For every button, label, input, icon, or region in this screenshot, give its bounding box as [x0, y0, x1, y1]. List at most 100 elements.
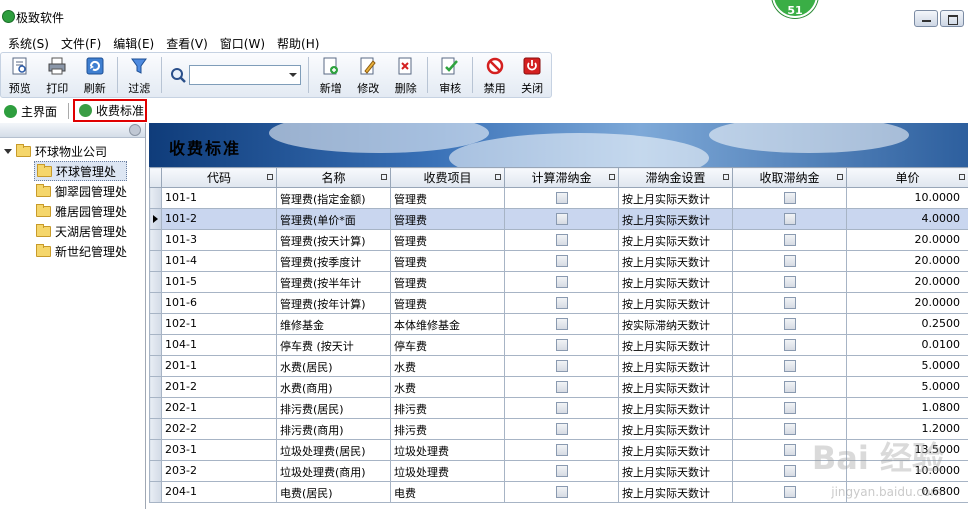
col-item[interactable]: 收费项目	[390, 167, 505, 188]
checkbox[interactable]	[555, 213, 568, 225]
cell-calc-late-fee[interactable]	[504, 355, 619, 377]
tree-root[interactable]: 环球物业公司	[3, 143, 107, 160]
cell-item[interactable]: 垃圾处理费	[390, 439, 505, 461]
cell-name[interactable]: 排污费(商用)	[276, 418, 391, 440]
cell-name[interactable]: 水费(商用)	[276, 376, 391, 398]
cell-collect-late-fee[interactable]	[732, 229, 847, 251]
checkbox[interactable]	[783, 297, 796, 309]
cell-name[interactable]: 管理费(按天计算)	[276, 229, 391, 251]
cell-item[interactable]: 排污费	[390, 397, 505, 419]
col-price[interactable]: 单价	[846, 167, 968, 188]
menu-window[interactable]: 窗口(W)	[212, 32, 269, 52]
cell-code[interactable]: 101-5	[161, 271, 277, 293]
cell-collect-late-fee[interactable]	[732, 376, 847, 398]
cell-item[interactable]: 管理费	[390, 271, 505, 293]
add-button[interactable]: 新增	[312, 53, 350, 97]
cell-code[interactable]: 203-1	[161, 439, 277, 461]
checkbox[interactable]	[555, 360, 568, 372]
cell-late-fee-setting[interactable]: 按上月实际天数计	[618, 376, 733, 398]
cell-item[interactable]: 电费	[390, 481, 505, 503]
preview-button[interactable]: 预览	[1, 53, 39, 97]
cell-calc-late-fee[interactable]	[504, 334, 619, 356]
cell-late-fee-setting[interactable]: 按上月实际天数计	[618, 355, 733, 377]
close-button[interactable]: 关闭	[513, 53, 551, 97]
cell-late-fee-setting[interactable]: 按上月实际天数计	[618, 187, 733, 209]
cell-name[interactable]: 水费(居民)	[276, 355, 391, 377]
cell-late-fee-setting[interactable]: 按实际滞纳天数计	[618, 313, 733, 335]
pin-icon[interactable]	[495, 174, 501, 180]
col-code[interactable]: 代码	[161, 167, 277, 188]
cell-code[interactable]: 203-2	[161, 460, 277, 482]
cell-price[interactable]: 0.2500	[846, 313, 968, 335]
cell-late-fee-setting[interactable]: 按上月实际天数计	[618, 439, 733, 461]
checkbox[interactable]	[783, 318, 796, 330]
cell-name[interactable]: 管理费(按半年计	[276, 271, 391, 293]
cell-price[interactable]: 20.0000	[846, 271, 968, 293]
cell-item[interactable]: 垃圾处理费	[390, 460, 505, 482]
cell-calc-late-fee[interactable]	[504, 313, 619, 335]
menu-help[interactable]: 帮助(H)	[269, 32, 323, 52]
row-indicator[interactable]	[149, 355, 162, 377]
pin-icon[interactable]	[837, 174, 843, 180]
row-indicator[interactable]	[149, 334, 162, 356]
cell-name[interactable]: 管理费(指定金额)	[276, 187, 391, 209]
cell-late-fee-setting[interactable]: 按上月实际天数计	[618, 334, 733, 356]
checkbox[interactable]	[783, 360, 796, 372]
col-late-fee-setting[interactable]: 滞纳金设置	[618, 167, 733, 188]
checkbox[interactable]	[555, 444, 568, 456]
pin-icon[interactable]	[959, 174, 965, 180]
row-indicator[interactable]	[149, 481, 162, 503]
table-row[interactable]: 201-1 水费(居民) 水费 按上月实际天数计 5.0000	[149, 355, 968, 377]
checkbox[interactable]	[555, 465, 568, 477]
row-indicator[interactable]	[149, 271, 162, 293]
cell-price[interactable]: 4.0000	[846, 208, 968, 230]
cell-price[interactable]: 20.0000	[846, 229, 968, 251]
cell-code[interactable]: 201-2	[161, 376, 277, 398]
cell-collect-late-fee[interactable]	[732, 250, 847, 272]
row-indicator[interactable]	[149, 439, 162, 461]
cell-code[interactable]: 202-2	[161, 418, 277, 440]
cell-calc-late-fee[interactable]	[504, 292, 619, 314]
cell-item[interactable]: 管理费	[390, 229, 505, 251]
checkbox[interactable]	[555, 381, 568, 393]
checkbox[interactable]	[783, 276, 796, 288]
row-indicator[interactable]	[149, 187, 162, 209]
cell-calc-late-fee[interactable]	[504, 439, 619, 461]
row-indicator[interactable]	[149, 376, 162, 398]
cell-late-fee-setting[interactable]: 按上月实际天数计	[618, 271, 733, 293]
cell-item[interactable]: 排污费	[390, 418, 505, 440]
checkbox[interactable]	[555, 234, 568, 246]
tab-main[interactable]: 主界面	[0, 101, 70, 121]
checkbox[interactable]	[555, 255, 568, 267]
table-row[interactable]: 202-1 排污费(居民) 排污费 按上月实际天数计 1.0800	[149, 397, 968, 419]
cell-name[interactable]: 排污费(居民)	[276, 397, 391, 419]
chevron-down-icon[interactable]	[288, 73, 297, 77]
checkbox[interactable]	[555, 276, 568, 288]
cell-code[interactable]: 101-2	[161, 208, 277, 230]
row-indicator[interactable]	[149, 313, 162, 335]
col-collect-late-fee[interactable]: 收取滞纳金	[732, 167, 847, 188]
checkbox[interactable]	[555, 486, 568, 498]
cell-code[interactable]: 102-1	[161, 313, 277, 335]
cell-calc-late-fee[interactable]	[504, 376, 619, 398]
cell-item[interactable]: 水费	[390, 376, 505, 398]
checkbox[interactable]	[555, 402, 568, 414]
row-indicator[interactable]	[149, 397, 162, 419]
cell-code[interactable]: 101-4	[161, 250, 277, 272]
cell-code[interactable]: 204-1	[161, 481, 277, 503]
table-row[interactable]: 101-5 管理费(按半年计 管理费 按上月实际天数计 20.0000	[149, 271, 968, 293]
checkbox[interactable]	[783, 444, 796, 456]
row-indicator[interactable]	[149, 229, 162, 251]
cell-name[interactable]: 垃圾处理费(居民)	[276, 439, 391, 461]
cell-code[interactable]: 202-1	[161, 397, 277, 419]
cell-name[interactable]: 管理费(按年计算)	[276, 292, 391, 314]
cell-collect-late-fee[interactable]	[732, 271, 847, 293]
cell-collect-late-fee[interactable]	[732, 208, 847, 230]
tree-item[interactable]: 御翠园管理处	[34, 181, 127, 201]
checkbox[interactable]	[555, 318, 568, 330]
cell-late-fee-setting[interactable]: 按上月实际天数计	[618, 481, 733, 503]
row-indicator[interactable]	[149, 460, 162, 482]
checkbox[interactable]	[555, 297, 568, 309]
checkbox[interactable]	[783, 465, 796, 477]
row-indicator[interactable]	[149, 208, 162, 230]
